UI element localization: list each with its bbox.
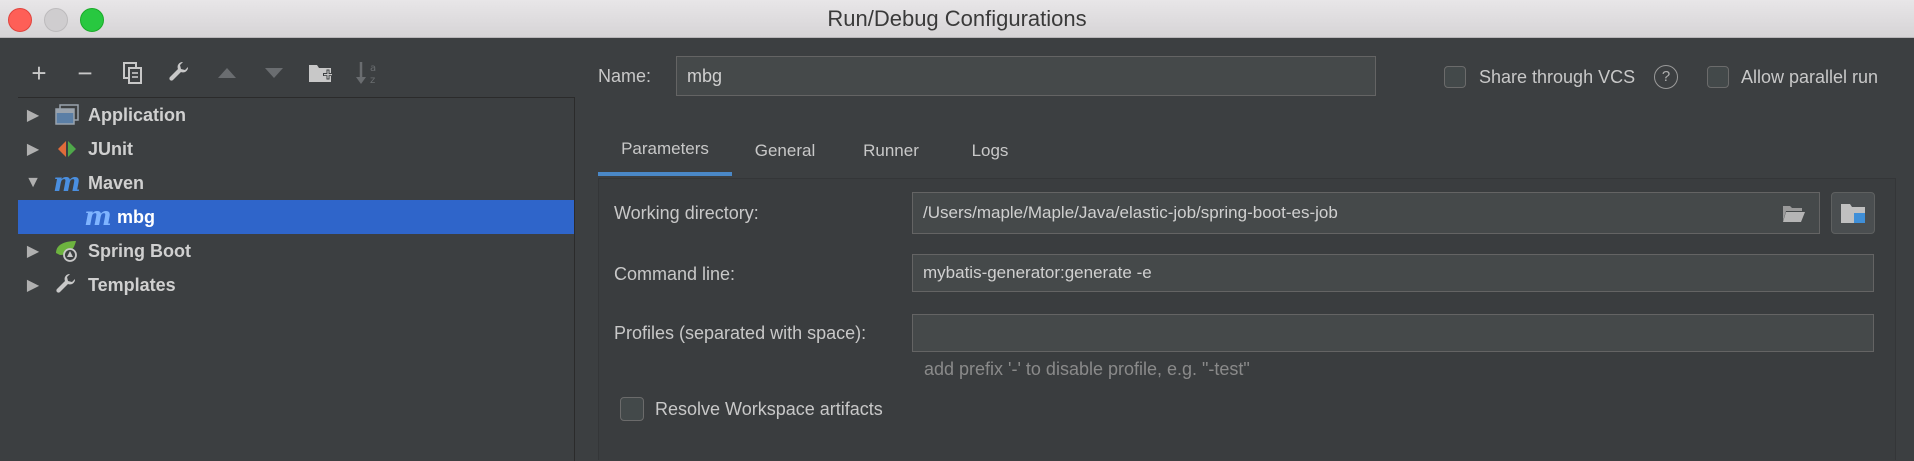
share-vcs-checkbox[interactable]: [1444, 66, 1466, 88]
maven-icon: m: [84, 202, 112, 232]
resolve-workspace-label: Resolve Workspace artifacts: [655, 399, 883, 419]
tree-item-label: mbg: [117, 206, 155, 227]
svg-text:a: a: [370, 63, 376, 74]
working-directory-label: Working directory:: [614, 203, 759, 223]
profiles-input[interactable]: [912, 314, 1874, 352]
command-line-label: Command line:: [614, 264, 736, 284]
folder-open-icon[interactable]: [1781, 200, 1807, 226]
tree-item-application[interactable]: ▶ Application: [18, 98, 574, 132]
new-folder-button[interactable]: [304, 56, 338, 90]
move-down-button[interactable]: [257, 56, 291, 90]
share-vcs-label: Share through VCS: [1479, 67, 1636, 87]
svg-text:z: z: [370, 75, 375, 86]
folder-add-icon: [309, 65, 333, 82]
tree-item-templates[interactable]: ▶ Templates: [18, 268, 574, 302]
tree-item-label: Templates: [88, 274, 176, 295]
command-line-input[interactable]: [912, 254, 1874, 292]
junit-icon: [53, 136, 81, 162]
tab-logs[interactable]: Logs: [944, 126, 1036, 176]
application-icon: [53, 102, 81, 128]
allow-parallel-label: Allow parallel run: [1741, 67, 1879, 87]
window-title: Run/Debug Configurations: [827, 6, 1087, 31]
triangle-up-icon: [218, 68, 236, 78]
allow-parallel-checkbox[interactable]: [1707, 66, 1729, 88]
tree-item-spring-boot[interactable]: ▶ Spring Boot: [18, 234, 574, 268]
profiles-hint: add prefix '-' to disable profile, e.g. …: [924, 359, 1250, 379]
profiles-label: Profiles (separated with space):: [614, 323, 867, 343]
tree-item-mbg[interactable]: m mbg: [18, 200, 574, 234]
tab-parameters[interactable]: Parameters: [598, 126, 732, 176]
spring-boot-icon: [53, 238, 81, 264]
minus-icon: −: [77, 57, 93, 88]
triangle-down-icon: [265, 68, 283, 78]
working-directory-input[interactable]: [912, 192, 1820, 234]
tree-item-maven[interactable]: ▼ m Maven: [18, 166, 574, 200]
collapse-arrow-icon[interactable]: ▼: [24, 174, 42, 192]
expand-arrow-icon[interactable]: ▶: [24, 105, 42, 125]
maven-icon: m: [53, 168, 81, 198]
sort-alpha-icon: a z: [356, 62, 376, 86]
copy-configuration-button[interactable]: [116, 56, 150, 90]
help-icon[interactable]: ?: [1654, 65, 1678, 89]
copy-icon: [123, 62, 142, 84]
name-label: Name:: [598, 66, 652, 86]
add-configuration-button[interactable]: +: [22, 56, 56, 90]
tree-item-junit[interactable]: ▶ JUnit: [18, 132, 574, 166]
tree-item-label: Application: [88, 104, 186, 125]
configuration-tree: ▶ Application ▶ JUnit ▼ m Maven m mbg ▶: [18, 97, 575, 461]
plus-icon: +: [31, 57, 47, 88]
folder-icon: [1841, 204, 1865, 223]
move-up-button[interactable]: [210, 56, 244, 90]
tree-item-label: Maven: [88, 172, 145, 193]
title-bar: Run/Debug Configurations: [0, 0, 1914, 38]
name-input[interactable]: [676, 56, 1376, 96]
expand-arrow-icon[interactable]: ▶: [24, 139, 42, 159]
expand-arrow-icon[interactable]: ▶: [24, 241, 42, 261]
remove-configuration-button[interactable]: −: [68, 56, 102, 90]
tab-runner[interactable]: Runner: [838, 126, 944, 176]
resolve-workspace-checkbox[interactable]: [620, 397, 644, 421]
sort-button[interactable]: a z: [351, 56, 385, 90]
browse-directory-button[interactable]: [1831, 192, 1875, 234]
tab-general[interactable]: General: [732, 126, 838, 176]
wrench-icon: [53, 272, 81, 298]
wrench-icon: [169, 61, 189, 81]
expand-arrow-icon[interactable]: ▶: [24, 275, 42, 295]
edit-defaults-button[interactable]: [163, 56, 197, 90]
tree-item-label: Spring Boot: [88, 240, 191, 261]
tree-item-label: JUnit: [88, 138, 133, 159]
